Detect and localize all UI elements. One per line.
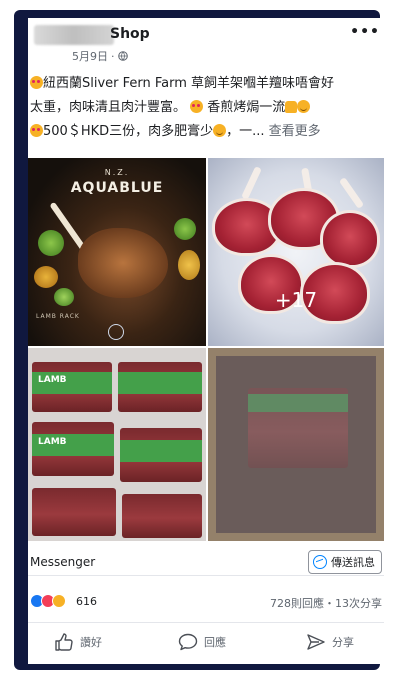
brand-line-1: N.Z. [104, 168, 130, 177]
post-card: Shop 5月9日 · ••• 紐西蘭Sliver Fern Farm 草飼羊架… [28, 18, 384, 664]
like-icon [55, 633, 73, 651]
brand-badge-icon [108, 324, 124, 340]
more-photos-count[interactable]: +17 [208, 288, 384, 312]
page-name[interactable]: Shop [110, 26, 150, 42]
comments-shares-count[interactable]: 728則回應・13次分享 [270, 595, 382, 611]
photo-caption: LAMB RACK [36, 313, 80, 320]
share-icon [307, 634, 325, 650]
smile-emoji-icon [297, 100, 311, 113]
comment-button[interactable]: 回應 [178, 633, 226, 651]
reactions-count[interactable]: 616 [76, 595, 97, 608]
more-icon[interactable]: ••• [350, 24, 380, 40]
share-label: 分享 [332, 636, 354, 649]
post-line-1: 紐西蘭Sliver Fern Farm 草飼羊架嗰羊羶味唔會好 [43, 76, 335, 91]
post-line-3b: ，一... [226, 124, 265, 139]
photo-grid: N.Z. AQUABLUE LAMB RACK LAMB LAMB [28, 158, 384, 541]
pack-label: LAMB [38, 437, 67, 447]
brand-title: AQUABLUE [70, 180, 164, 196]
post-meta: 5月9日 · [72, 48, 128, 64]
blurred-avatar [34, 25, 114, 45]
like-label: 讚好 [80, 636, 102, 649]
heart-eyes-emoji-icon [190, 100, 204, 113]
see-more-link[interactable]: 查看更多 [269, 124, 321, 139]
share-button[interactable]: 分享 [306, 633, 354, 651]
heart-eyes-emoji-icon [30, 124, 43, 137]
messenger-icon [313, 555, 327, 569]
wow-reaction-icon [52, 594, 66, 608]
send-message-button[interactable]: 傳送訊息 [308, 550, 382, 574]
messenger-row: Messenger 傳送訊息 [28, 548, 384, 576]
post-line-2: 太重，肉味清且肉汁豐富。 [30, 100, 187, 115]
action-bar: 讚好 回應 分享 [28, 622, 384, 662]
heart-eyes-emoji-icon [30, 76, 43, 89]
more-photos-overlay[interactable] [208, 348, 384, 541]
post-line-3: 500＄HKD三份，肉多肥膏少 [43, 124, 214, 139]
screenshot-frame: Shop 5月9日 · ••• 紐西蘭Sliver Fern Farm 草飼羊架… [0, 0, 393, 674]
post-stats: 616 728則回應・13次分享 [28, 592, 384, 612]
messenger-label: Messenger [30, 555, 96, 569]
post-text: 紐西蘭Sliver Fern Farm 草飼羊架嗰羊羶味唔會好 太重，肉味清且肉… [30, 72, 384, 144]
post-line-2b: 香煎烤焗一流 [207, 100, 286, 115]
reaction-icons[interactable] [30, 594, 66, 608]
globe-icon [117, 51, 128, 61]
photo-packaged-lamb[interactable]: LAMB LAMB [28, 348, 206, 541]
steak-shape [78, 228, 168, 298]
post-date[interactable]: 5月9日 [72, 48, 108, 64]
photo-raw-lamb-chops[interactable] [208, 158, 384, 346]
pack-label: LAMB [38, 375, 67, 385]
like-button[interactable]: 讚好 [54, 633, 102, 651]
photo-lamb-rack-plated[interactable]: N.Z. AQUABLUE LAMB RACK [28, 158, 206, 346]
post-header: Shop 5月9日 · ••• [28, 18, 384, 68]
send-message-label: 傳送訊息 [331, 556, 375, 569]
comment-icon [178, 633, 198, 651]
thumbs-up-emoji-icon [285, 101, 298, 113]
comment-label: 回應 [204, 636, 226, 649]
smile-emoji-icon [213, 124, 227, 137]
